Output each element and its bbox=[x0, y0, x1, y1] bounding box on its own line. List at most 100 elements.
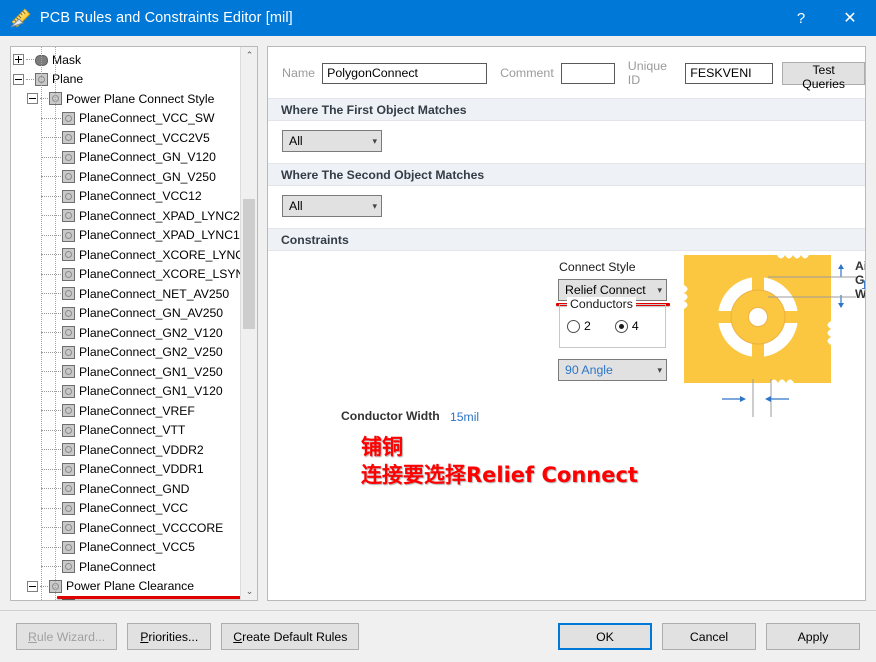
tree-item[interactable]: PlaneConnect_GN1_V250 bbox=[11, 362, 240, 382]
tree-connector-line bbox=[41, 566, 61, 567]
plane-icon bbox=[62, 424, 75, 437]
close-button[interactable]: ✕ bbox=[824, 0, 876, 36]
tree-item-label: PlaneConnect_VCC2V5 bbox=[79, 132, 210, 144]
tree-connector-line bbox=[41, 371, 61, 372]
create-default-rules-button[interactable]: Create Default Rules bbox=[221, 623, 359, 650]
rule-wizard-button[interactable]: Rule Wizard... bbox=[16, 623, 117, 650]
collapse-icon[interactable] bbox=[27, 93, 38, 104]
tree-item[interactable]: PlaneConnect_VREF bbox=[11, 401, 240, 421]
plane-icon bbox=[62, 229, 75, 242]
first-object-scope-dropdown[interactable]: All ▾ bbox=[282, 130, 382, 152]
tree-connector-line bbox=[26, 79, 34, 80]
tree-connector-line bbox=[41, 430, 61, 431]
tree-connector-line bbox=[41, 527, 61, 528]
scrollbar-thumb[interactable] bbox=[243, 199, 255, 329]
tree-item[interactable]: Power Plane Clearance bbox=[11, 577, 240, 597]
plane-icon bbox=[62, 599, 75, 600]
tree-item-label: Plane bbox=[52, 73, 83, 85]
collapse-icon[interactable] bbox=[27, 581, 38, 592]
tree-item[interactable]: PlaneConnect_VCC5 bbox=[11, 538, 240, 558]
tree-vertical-scrollbar[interactable]: ⌃ ⌄ bbox=[240, 47, 257, 600]
tree-item[interactable]: Plane bbox=[11, 70, 240, 90]
tree-item[interactable]: PlaneConnect_XCORE_LYNC bbox=[11, 245, 240, 265]
tree-item[interactable]: PlaneConnect_GN_V250 bbox=[11, 167, 240, 187]
window-title: PCB Rules and Constraints Editor [mil] bbox=[40, 10, 293, 26]
tree-item[interactable]: PlaneConnect_NET_AV250 bbox=[11, 284, 240, 304]
tree-item-label: Mask bbox=[52, 54, 81, 66]
tree-item-label: PlaneConnect_VDDR2 bbox=[79, 444, 204, 456]
title-bar-buttons: ? ✕ bbox=[778, 0, 876, 36]
ok-button[interactable]: OK bbox=[558, 623, 652, 650]
plane-icon bbox=[49, 92, 62, 105]
tree-item[interactable]: Mask bbox=[11, 50, 240, 70]
scroll-down-arrow[interactable]: ⌄ bbox=[241, 583, 258, 600]
plane-icon bbox=[62, 287, 75, 300]
plane-icon bbox=[62, 170, 75, 183]
tree-item[interactable]: PlaneConnect_VCC bbox=[11, 499, 240, 519]
tree-item[interactable]: PlaneConnect_VTT bbox=[11, 421, 240, 441]
tree-connector-line bbox=[41, 469, 61, 470]
scroll-up-arrow[interactable]: ⌃ bbox=[241, 47, 258, 64]
expand-icon[interactable] bbox=[13, 54, 24, 65]
tree-item[interactable]: PlaneConnect_XPAD_LYNC1 bbox=[11, 226, 240, 246]
tree-item[interactable]: Power Plane Connect Style bbox=[11, 89, 240, 109]
tree-connector-line bbox=[41, 488, 61, 489]
rule-wizard-label-rest: ule Wizard... bbox=[37, 630, 105, 644]
tree-connector-line bbox=[41, 235, 61, 236]
tree-item[interactable]: PlaneConnect_GN1_V120 bbox=[11, 382, 240, 402]
tree-item[interactable]: PlaneConnect_VCCCORE bbox=[11, 518, 240, 538]
plane-icon bbox=[62, 443, 75, 456]
tree-item[interactable]: PlaneConnect_VCC2V5 bbox=[11, 128, 240, 148]
apply-button[interactable]: Apply bbox=[766, 623, 860, 650]
tree-item[interactable]: PlaneConnect_VDDR2 bbox=[11, 440, 240, 460]
priorities-button[interactable]: Priorities... bbox=[127, 623, 211, 650]
plane-icon bbox=[62, 404, 75, 417]
tree-item[interactable]: PlaneConnect_VDDR1 bbox=[11, 460, 240, 480]
tree-item[interactable]: PlaneConnect_GN2_V120 bbox=[11, 323, 240, 343]
rules-tree[interactable]: Mask Plane Power Plane Connect Style PlaneC… bbox=[11, 47, 240, 600]
plane-icon bbox=[62, 541, 75, 554]
name-label: Name bbox=[282, 66, 315, 80]
tree-item[interactable]: PlaneConnect_XCORE_LSYN bbox=[11, 265, 240, 285]
chevron-down-icon: ▾ bbox=[372, 136, 377, 147]
tree-item-label: PlaneConnect_GN_V250 bbox=[79, 171, 216, 183]
name-input[interactable] bbox=[322, 63, 487, 84]
tree-connector-line bbox=[26, 59, 34, 60]
connect-style-label: Connect Style bbox=[559, 260, 636, 274]
cancel-button[interactable]: Cancel bbox=[662, 623, 756, 650]
plane-icon bbox=[62, 151, 75, 164]
air-gap-extension-lines bbox=[768, 273, 858, 301]
tree-connector-line bbox=[41, 352, 61, 353]
tree-item-label: PlaneConnect_VREF bbox=[79, 405, 195, 417]
tree-item-label: Power Plane Clearance bbox=[66, 580, 194, 592]
rules-tree-panel[interactable]: Mask Plane Power Plane Connect Style PlaneC… bbox=[10, 46, 258, 601]
plane-icon bbox=[62, 307, 75, 320]
comment-input[interactable] bbox=[561, 63, 615, 84]
tree-item[interactable]: PlaneConnect_VCC_SW bbox=[11, 109, 240, 129]
relief-angle-dropdown[interactable]: 90 Angle ▾ bbox=[558, 359, 667, 381]
tree-item-label: PlaneConnect_VCC_SW bbox=[79, 112, 215, 124]
tree-item-label: PlaneConnect_GN1_V120 bbox=[79, 385, 223, 397]
tree-item[interactable]: PlaneConnect_GN_AV250 bbox=[11, 304, 240, 324]
tree-item[interactable]: PlaneConnect_GN2_V250 bbox=[11, 343, 240, 363]
tree-item[interactable]: PlaneConnect_GN_V120 bbox=[11, 148, 240, 168]
chevron-down-icon: ▾ bbox=[372, 201, 377, 212]
tree-item-label: PlaneConnect_VCCCORE bbox=[79, 522, 223, 534]
tree-item[interactable]: PlaneConnect_GND bbox=[11, 479, 240, 499]
tree-connector-line bbox=[41, 332, 61, 333]
relief-angle-value: 90 Angle bbox=[565, 363, 613, 377]
tree-connector-line bbox=[41, 137, 61, 138]
unique-id-input[interactable] bbox=[685, 63, 773, 84]
rule-details-panel: Name Comment Unique ID Test Queries Wher… bbox=[267, 46, 866, 601]
tree-item[interactable]: PlaneConnect bbox=[11, 557, 240, 577]
test-queries-button[interactable]: Test Queries bbox=[782, 62, 865, 85]
tree-item-label: PlaneConnect_VCC bbox=[79, 502, 188, 514]
help-button[interactable]: ? bbox=[778, 0, 824, 36]
tree-item-label: PlaneConnect_GN_V120 bbox=[79, 151, 216, 163]
conductors-radio-2[interactable] bbox=[567, 320, 580, 333]
conductors-radio-4[interactable] bbox=[615, 320, 628, 333]
collapse-icon[interactable] bbox=[13, 74, 24, 85]
tree-item[interactable]: PlaneConnect_XPAD_LYNC2 bbox=[11, 206, 240, 226]
tree-item[interactable]: PlaneConnect_VCC12 bbox=[11, 187, 240, 207]
second-object-scope-dropdown[interactable]: All ▾ bbox=[282, 195, 382, 217]
